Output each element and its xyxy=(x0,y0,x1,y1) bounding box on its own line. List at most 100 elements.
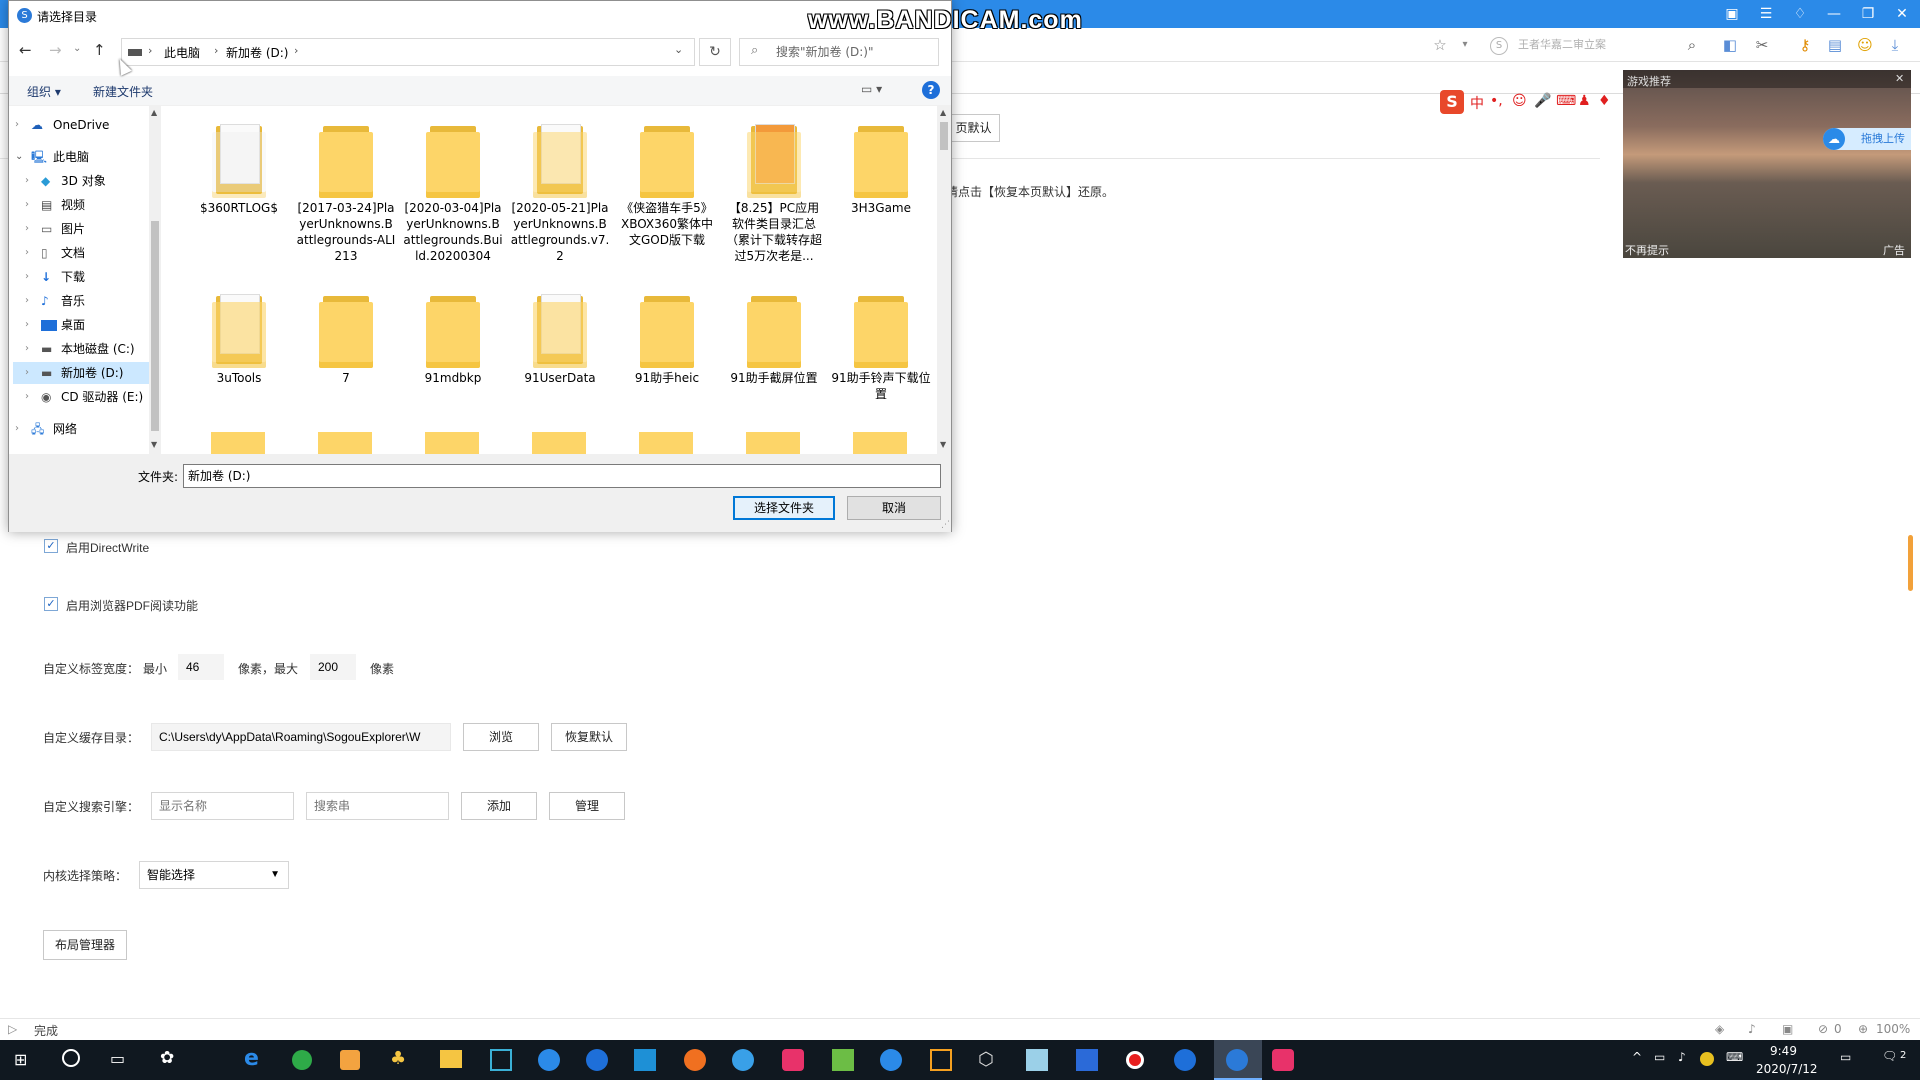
folder-item[interactable]: 91mdbkp xyxy=(403,288,503,386)
search-icon[interactable]: ⌕ xyxy=(1682,35,1702,55)
manage-engine-button[interactable]: 管理 xyxy=(549,792,625,820)
screenshot-icon[interactable]: ✂ xyxy=(1752,35,1772,55)
network-icon[interactable]: ▭ xyxy=(1654,1050,1665,1064)
show-desktop-icon[interactable]: ▭ xyxy=(1840,1050,1851,1064)
app-icon[interactable] xyxy=(586,1049,608,1071)
folder-item[interactable]: [2017-03-24]PlayerUnknowns.Battlegrounds… xyxy=(296,118,396,264)
nav-item-music[interactable]: › ♪ 音乐 xyxy=(9,290,149,312)
extension-icon[interactable]: ▤ xyxy=(1825,35,1845,55)
qq-browser-icon[interactable] xyxy=(880,1049,902,1071)
kernel-select[interactable]: 智能选择 ▼ xyxy=(139,861,289,889)
nav-item-this-pc[interactable]: ⌄ 🖳 此电脑 xyxy=(9,146,149,168)
nav-item-pictures[interactable]: › ▭ 图片 xyxy=(9,218,149,240)
breadcrumb-item[interactable]: 新加卷 (D:) xyxy=(226,44,288,61)
tray-app-icon[interactable] xyxy=(1700,1052,1714,1066)
shield-icon[interactable]: ◈ xyxy=(1715,1022,1724,1036)
app-icon[interactable] xyxy=(930,1049,952,1071)
restore-icon[interactable]: ❐ xyxy=(1854,3,1882,25)
folder-item[interactable]: [2020-05-21]PlayerUnknowns.Battlegrounds… xyxy=(510,118,610,264)
baidu-netdisk-icon[interactable] xyxy=(732,1049,754,1071)
volume-icon[interactable]: ♪ xyxy=(1678,1050,1686,1064)
chevron-down-icon[interactable]: ▾ xyxy=(1455,35,1475,55)
minimize-icon[interactable]: — xyxy=(1820,3,1848,25)
qq-browser-icon[interactable] xyxy=(538,1049,560,1071)
organize-menu[interactable]: 组织 ▾ xyxy=(27,83,61,100)
cube-icon[interactable]: ⬡ xyxy=(978,1049,994,1070)
browse-button[interactable]: 浏览 xyxy=(463,723,539,751)
folder-field-input[interactable]: 新加卷 (D:) xyxy=(183,464,941,488)
nav-item-3d-objects[interactable]: › ◆ 3D 对象 xyxy=(9,170,149,192)
file-explorer-icon[interactable] xyxy=(440,1050,462,1068)
video-app-icon[interactable] xyxy=(782,1049,804,1071)
forward-arrow-icon[interactable]: → xyxy=(49,41,62,59)
speaker-icon[interactable]: ♪ xyxy=(1748,1022,1756,1036)
counter-icon[interactable]: ⊘ xyxy=(1818,1022,1828,1036)
share-icon[interactable]: ◧ xyxy=(1720,35,1740,55)
ime-skin-icon[interactable]: ♦ xyxy=(1598,93,1611,109)
nav-item-onedrive[interactable]: › ☁ OneDrive xyxy=(9,114,149,136)
notification-icon[interactable]: 🗨 xyxy=(1882,1049,1897,1063)
nav-item-cd-drive[interactable]: › ◉ CD 驱动器 (E:) xyxy=(9,386,149,408)
edge-icon[interactable]: e xyxy=(244,1046,259,1071)
qq-icon[interactable]: ♣ xyxy=(390,1048,406,1069)
resize-grip-icon[interactable]: ⋰ xyxy=(941,520,950,530)
cache-dir-input[interactable]: C:\Users\dy\AppData\Roaming\SogouExplore… xyxy=(151,723,451,751)
skin-icon[interactable]: ♢ xyxy=(1786,3,1814,25)
select-folder-button[interactable]: 选择文件夹 xyxy=(733,496,835,520)
tab-count-icon[interactable]: ▣ xyxy=(1718,3,1746,25)
layout-manager-button[interactable]: 布局管理器 xyxy=(43,930,127,960)
dialog-search-input[interactable]: 搜索"新加卷 (D:)" xyxy=(739,38,939,66)
scroll-up-icon[interactable]: ▲ xyxy=(940,108,946,117)
no-tip-link[interactable]: 不再提示 xyxy=(1625,242,1669,258)
back-arrow-icon[interactable]: ← xyxy=(19,41,32,59)
page-scrollbar-thumb[interactable] xyxy=(1908,535,1913,591)
refresh-icon[interactable]: ↻ xyxy=(699,38,731,66)
tray-chevron-icon[interactable]: ^ xyxy=(1632,1050,1642,1064)
ime-chinese-icon[interactable]: 中 xyxy=(1470,93,1484,113)
nav-item-drive-c[interactable]: › ▬ 本地磁盘 (C:) xyxy=(9,338,149,360)
folder-item[interactable]: 3uTools xyxy=(189,288,289,386)
zoom-level[interactable]: 100% xyxy=(1876,1022,1910,1036)
video-close-icon[interactable]: ✕ xyxy=(1895,72,1904,85)
folder-item[interactable]: 91助手铃声下载位置 xyxy=(831,288,931,402)
restore-page-default-button[interactable]: 页默认 xyxy=(948,114,1000,142)
view-options-icon[interactable]: ▭ ▾ xyxy=(861,82,882,96)
play-icon[interactable]: ▷ xyxy=(8,1022,17,1036)
ime-keyboard-icon[interactable]: ⌨ xyxy=(1556,93,1576,109)
key-icon[interactable]: ⚷ xyxy=(1795,35,1815,55)
up-arrow-icon[interactable]: ↑ xyxy=(93,41,106,59)
folder-item[interactable]: 3H3Game xyxy=(831,118,931,216)
tab-max-input[interactable]: 200 xyxy=(310,654,356,680)
nav-item-videos[interactable]: › ▤ 视频 xyxy=(9,194,149,216)
add-engine-button[interactable]: 添加 xyxy=(461,792,537,820)
folder-item[interactable]: 【8.25】PC应用软件类目录汇总（累计下载转存超过5万次老是... xyxy=(724,118,824,278)
nav-item-documents[interactable]: › ▯ 文档 xyxy=(9,242,149,264)
nav-item-drive-d[interactable]: › ▬ 新加卷 (D:) xyxy=(13,362,151,384)
clock-date[interactable]: 2020/7/12 xyxy=(1756,1062,1818,1076)
search-icon[interactable] xyxy=(62,1049,80,1067)
video-ad[interactable]: 游戏推荐 ✕ 拖拽上传 ☁ 不再提示 广告 xyxy=(1623,70,1911,258)
download-icon[interactable]: ⤓ xyxy=(1885,35,1905,55)
scroll-down-icon[interactable]: ▼ xyxy=(940,440,946,449)
nav-item-network[interactable]: › 🖧 网络 xyxy=(9,418,149,440)
nav-scrollbar-thumb[interactable] xyxy=(151,221,159,431)
video-app-icon[interactable] xyxy=(1272,1049,1294,1071)
content-scrollbar-thumb[interactable] xyxy=(940,122,948,150)
nav-item-desktop[interactable]: › 桌面 xyxy=(9,314,149,336)
app-icon[interactable]: ✿ xyxy=(160,1048,174,1068)
smile-icon[interactable]: ☺ xyxy=(1855,35,1875,55)
ime-emoji-icon[interactable]: ☺ xyxy=(1512,93,1527,109)
folder-item[interactable]: 《侠盗猎车手5》XBOX360繁体中文GOD版下载 xyxy=(617,118,717,248)
app-icon[interactable] xyxy=(1026,1049,1048,1071)
breadcrumb-item[interactable]: 此电脑 xyxy=(164,44,200,61)
help-icon[interactable]: ? xyxy=(922,81,940,99)
360-browser-icon[interactable] xyxy=(292,1050,312,1070)
app-icon[interactable] xyxy=(1076,1049,1098,1071)
zoom-icon[interactable]: ⊕ xyxy=(1858,1022,1868,1036)
new-folder-button[interactable]: 新建文件夹 xyxy=(93,83,153,100)
app-icon[interactable] xyxy=(634,1049,656,1071)
folder-item[interactable]: 7 xyxy=(296,288,396,386)
folder-item[interactable]: [2020-03-04]PlayerUnknowns.Battlegrounds… xyxy=(403,118,503,264)
app-icon[interactable] xyxy=(684,1049,706,1071)
clock-time[interactable]: 9:49 xyxy=(1770,1044,1797,1058)
